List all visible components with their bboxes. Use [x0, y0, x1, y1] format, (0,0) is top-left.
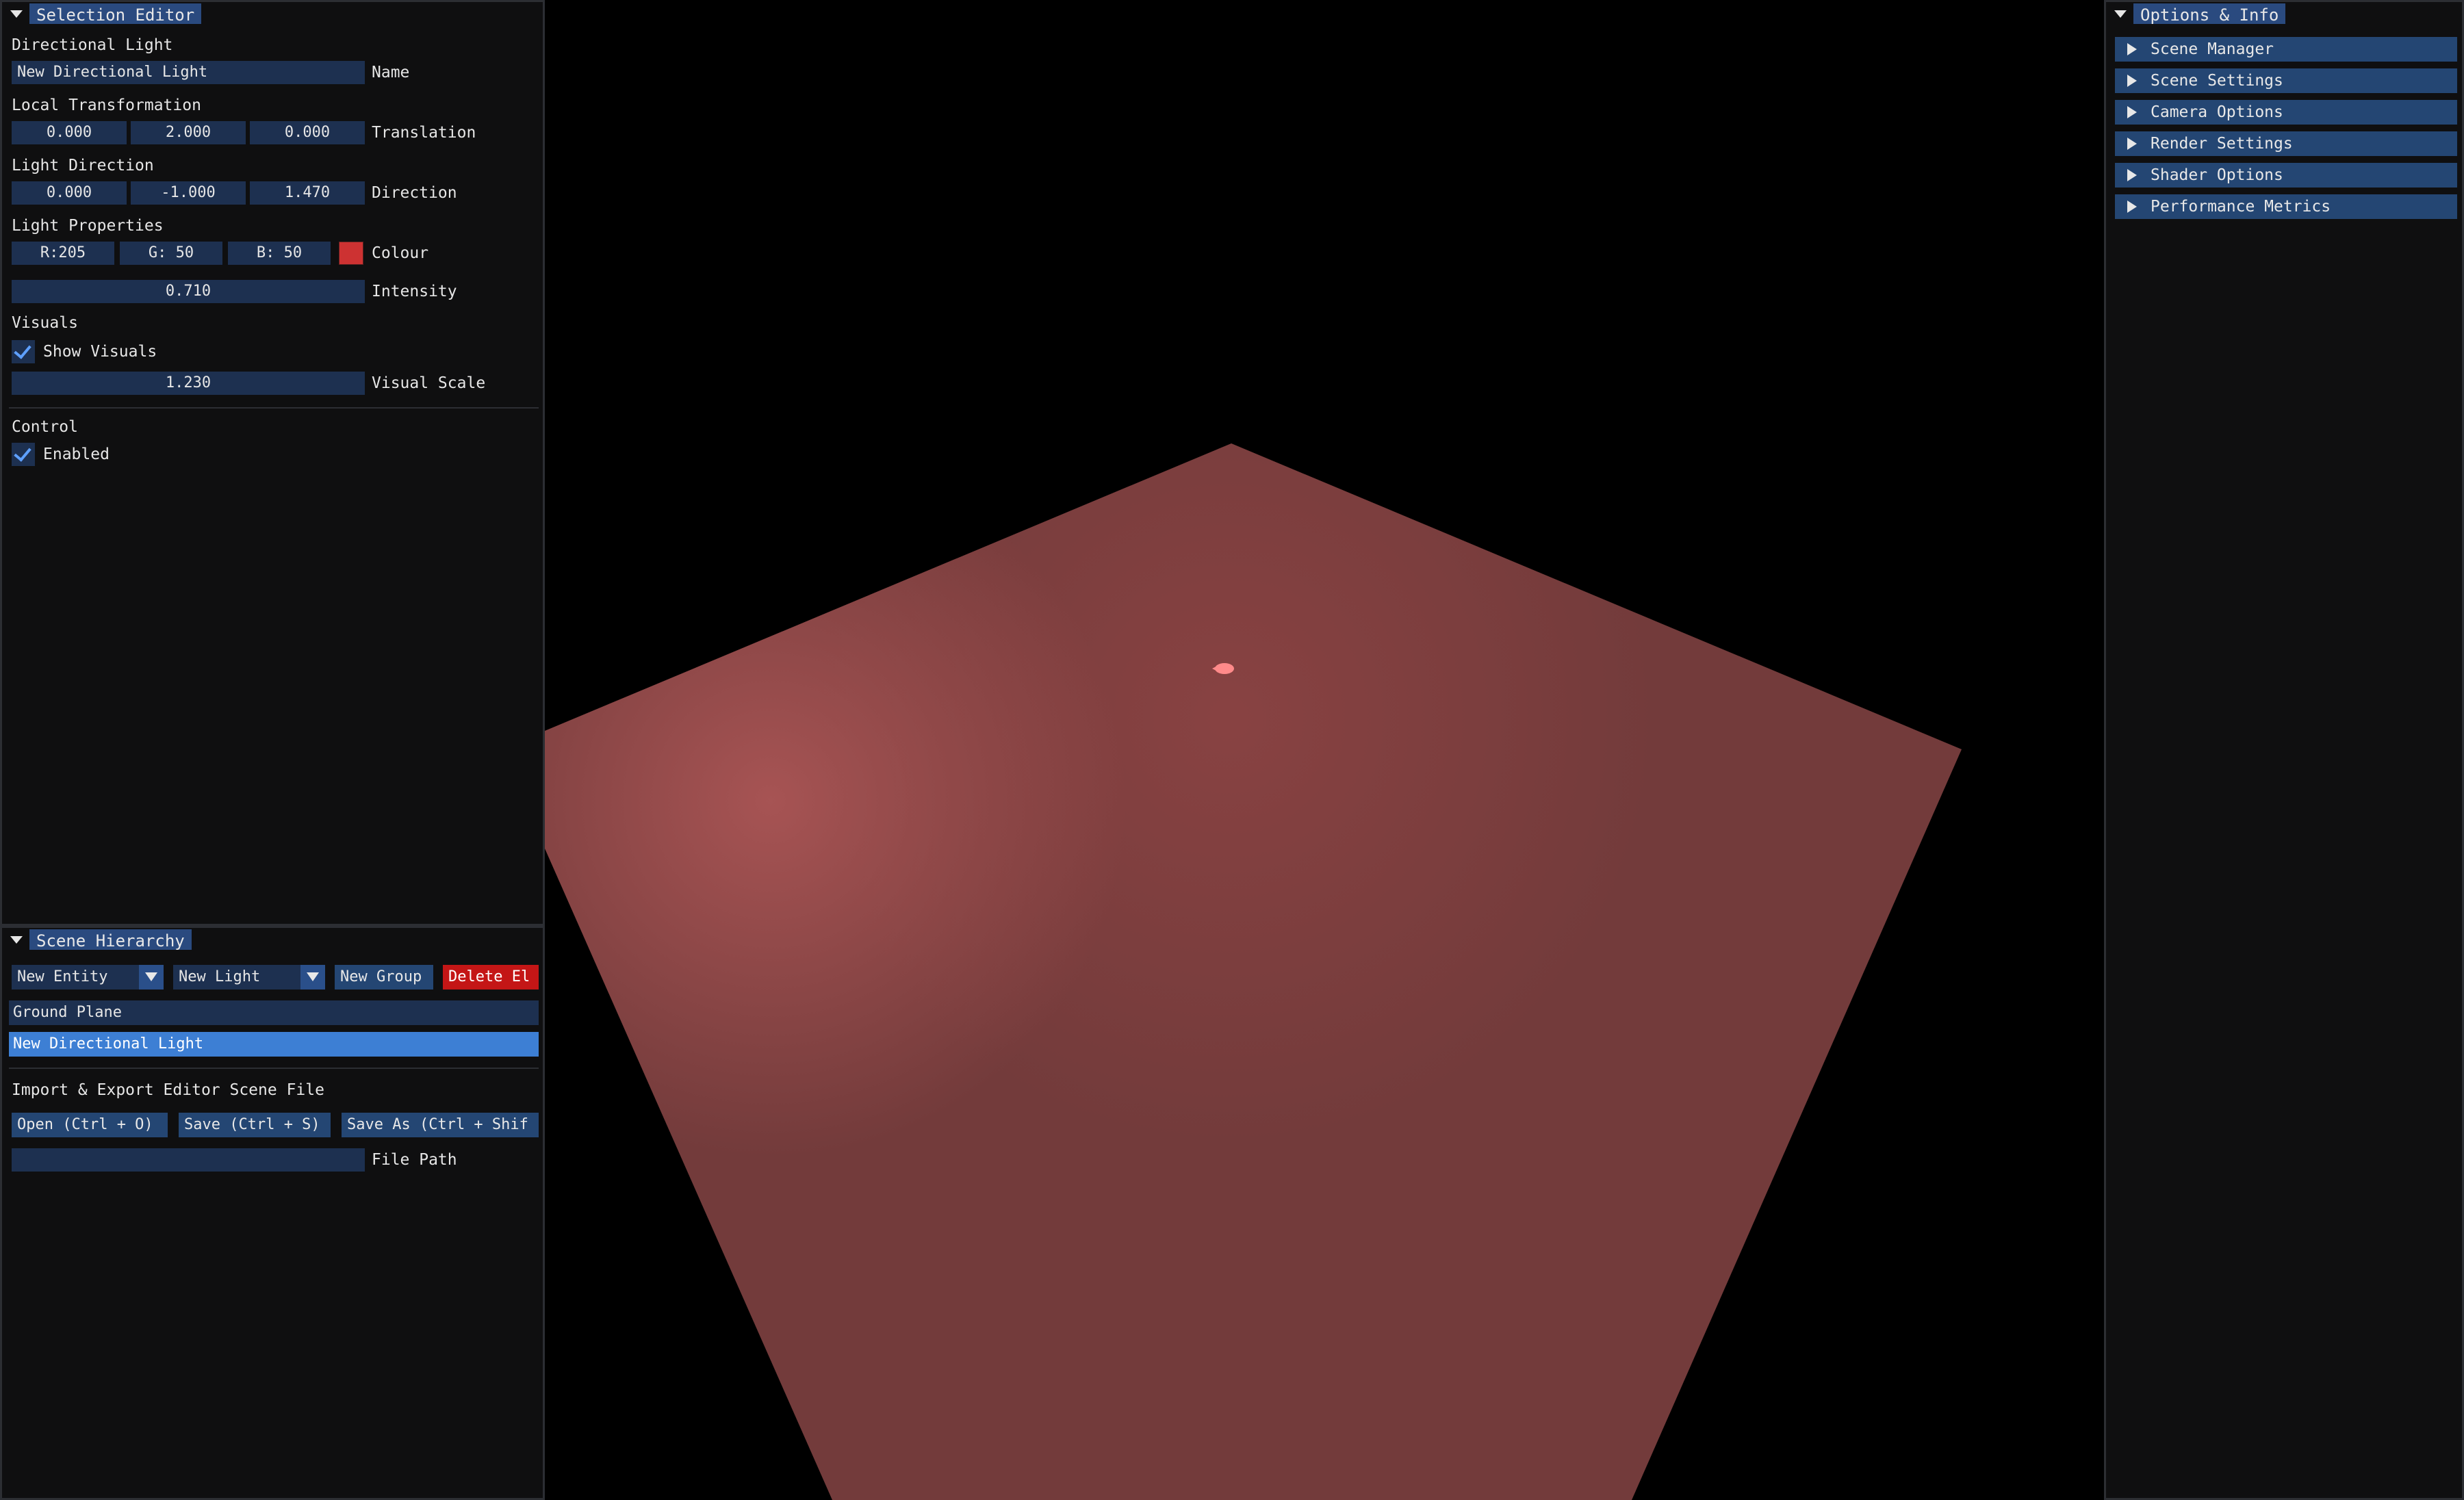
open-button[interactable]: Open (Ctrl + O): [12, 1113, 168, 1137]
collapse-arrow-icon[interactable]: [2114, 10, 2127, 18]
enabled-label: Enabled: [43, 445, 110, 463]
new-entity-dropdown-label: New Entity: [17, 968, 108, 985]
name-label: Name: [372, 64, 410, 81]
section-label: Camera Options: [2151, 103, 2283, 121]
section-label: Render Settings: [2151, 135, 2293, 153]
section-scene-manager[interactable]: Scene Manager: [2115, 37, 2457, 62]
section-divider: [9, 1068, 539, 1069]
delete-element-button[interactable]: Delete El: [443, 965, 539, 990]
light-properties-heading: Light Properties: [12, 217, 164, 235]
expand-arrow-icon: [2127, 43, 2137, 55]
section-scene-settings[interactable]: Scene Settings: [2115, 68, 2457, 93]
new-entity-dropdown[interactable]: New Entity: [12, 965, 164, 990]
options-info-titlebar[interactable]: Options & Info: [2106, 2, 2286, 25]
scene-hierarchy-panel: Scene Hierarchy New Entity New Light New…: [0, 926, 545, 1500]
options-info-panel: Options & Info: [2104, 0, 2464, 1500]
scene-hierarchy-titlebar[interactable]: Scene Hierarchy: [2, 928, 192, 951]
file-path-input[interactable]: [12, 1148, 365, 1172]
collapse-arrow-icon[interactable]: [10, 935, 23, 944]
selection-editor-titlebar[interactable]: Selection Editor: [2, 2, 202, 25]
show-visuals-label: Show Visuals: [43, 343, 157, 361]
collapse-arrow-icon[interactable]: [10, 10, 23, 18]
hierarchy-item-directional-light[interactable]: New Directional Light: [9, 1032, 539, 1057]
light-direction-heading: Light Direction: [12, 157, 154, 174]
show-visuals-checkbox[interactable]: [12, 340, 35, 363]
section-label: Shader Options: [2151, 166, 2283, 184]
expand-arrow-icon: [2127, 106, 2137, 118]
new-light-dropdown[interactable]: New Light: [173, 965, 325, 990]
translation-y-field[interactable]: 2.000: [131, 121, 246, 144]
section-divider: [9, 407, 539, 409]
colour-r-field[interactable]: R:205: [12, 242, 114, 265]
options-info-title: Options & Info: [2133, 3, 2286, 25]
section-label: Scene Manager: [2151, 40, 2274, 58]
checkmark-icon: [14, 341, 31, 359]
local-transformation-heading: Local Transformation: [12, 96, 201, 114]
save-as-button[interactable]: Save As (Ctrl + Shif: [342, 1113, 539, 1137]
3d-viewport[interactable]: [545, 0, 2104, 1500]
expand-arrow-icon: [2127, 75, 2137, 87]
section-camera-options[interactable]: Camera Options: [2115, 100, 2457, 125]
colour-label: Colour: [372, 244, 429, 262]
colour-b-field[interactable]: B: 50: [228, 242, 331, 265]
object-type-heading: Directional Light: [12, 36, 173, 54]
section-performance-metrics[interactable]: Performance Metrics: [2115, 194, 2457, 219]
import-export-heading: Import & Export Editor Scene File: [12, 1081, 324, 1099]
direction-x-field[interactable]: 0.000: [12, 181, 127, 205]
direction-y-field[interactable]: -1.000: [131, 181, 246, 205]
chevron-down-icon[interactable]: [300, 965, 325, 990]
control-heading: Control: [12, 418, 78, 436]
intensity-label: Intensity: [372, 283, 457, 300]
file-path-label: File Path: [372, 1151, 457, 1169]
translation-z-field[interactable]: 0.000: [250, 121, 365, 144]
visual-scale-slider[interactable]: 1.230: [12, 372, 365, 395]
hierarchy-item-ground-plane[interactable]: Ground Plane: [9, 1000, 539, 1025]
enabled-checkbox[interactable]: [12, 443, 35, 466]
expand-arrow-icon: [2127, 169, 2137, 181]
section-render-settings[interactable]: Render Settings: [2115, 131, 2457, 156]
selection-editor-title: Selection Editor: [29, 3, 202, 25]
save-button[interactable]: Save (Ctrl + S): [179, 1113, 331, 1137]
colour-swatch[interactable]: [339, 242, 363, 265]
new-group-button[interactable]: New Group: [335, 965, 433, 990]
editor-root: Selection Editor Directional Light New D…: [0, 0, 2464, 1500]
name-input[interactable]: New Directional Light: [12, 61, 365, 84]
colour-g-field[interactable]: G: 50: [120, 242, 222, 265]
translation-label: Translation: [372, 124, 476, 142]
section-shader-options[interactable]: Shader Options: [2115, 163, 2457, 188]
chevron-down-icon[interactable]: [139, 965, 164, 990]
visual-scale-label: Visual Scale: [372, 374, 486, 392]
visuals-heading: Visuals: [12, 314, 78, 332]
intensity-slider[interactable]: 0.710: [12, 280, 365, 303]
section-label: Performance Metrics: [2151, 198, 2331, 216]
selection-editor-panel: Selection Editor Directional Light New D…: [0, 0, 545, 926]
plane-specular-highlight: [545, 443, 1962, 1500]
viewport-render: [545, 443, 1962, 1500]
translation-x-field[interactable]: 0.000: [12, 121, 127, 144]
section-label: Scene Settings: [2151, 72, 2283, 90]
direction-z-field[interactable]: 1.470: [250, 181, 365, 205]
expand-arrow-icon: [2127, 201, 2137, 213]
new-light-dropdown-label: New Light: [179, 968, 261, 985]
scene-hierarchy-title: Scene Hierarchy: [29, 929, 192, 951]
direction-label: Direction: [372, 184, 457, 202]
checkmark-icon: [14, 443, 31, 462]
expand-arrow-icon: [2127, 138, 2137, 150]
